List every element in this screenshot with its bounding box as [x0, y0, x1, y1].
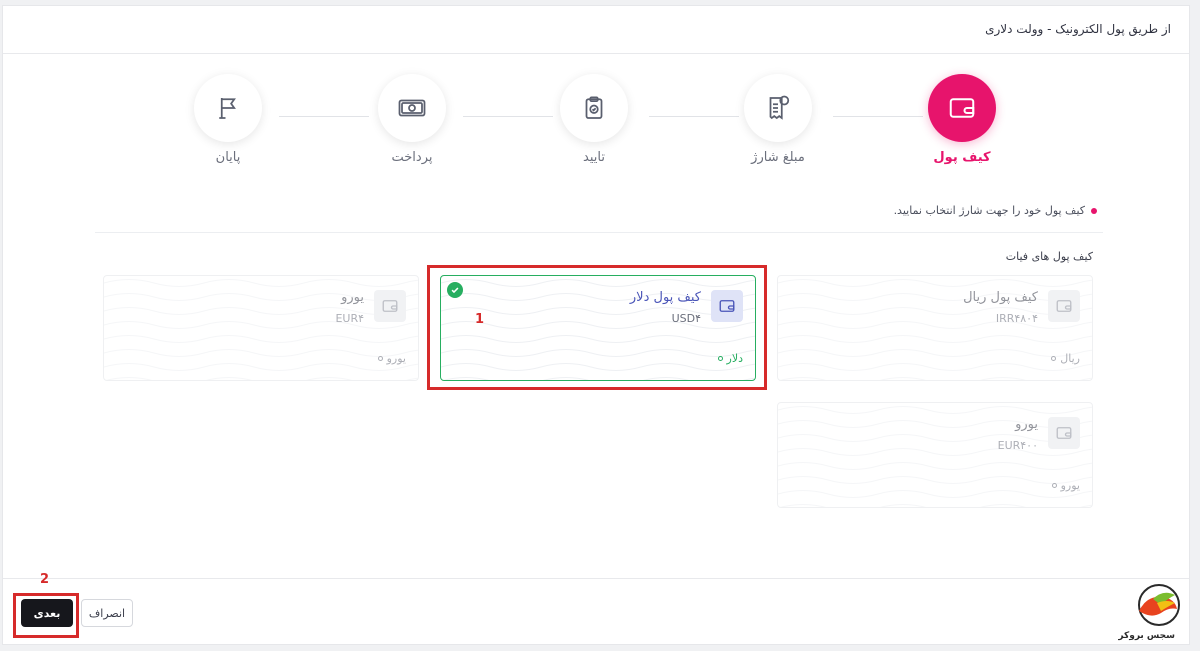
step-label: کیف پول	[933, 150, 991, 165]
step-circle	[378, 74, 446, 142]
currency-text: ریال	[1060, 352, 1080, 365]
stepper: کیف پول مبلغ شارژ تایید پرداخت پایان	[3, 66, 1189, 186]
step-circle	[744, 74, 812, 142]
page-footer: انصراف بعدی سجس بروکر	[3, 578, 1189, 646]
broker-logo: سجس بروکر	[1117, 581, 1187, 645]
step-label: پایان	[215, 150, 241, 165]
step-label: تایید	[583, 150, 605, 165]
wallet-number: EUR۴۰۰	[997, 439, 1038, 452]
page-title: از طریق پول الکترونیک - وولت دلاری	[985, 22, 1171, 36]
invoice-icon	[769, 95, 790, 120]
step-wallet[interactable]: کیف پول	[907, 74, 1017, 165]
wallet-card-eur-2[interactable]: یورو EUR۴۰۰ یورو	[777, 402, 1093, 508]
annotation-highlight-usd-wallet	[427, 265, 767, 390]
logo-icon	[1138, 584, 1180, 626]
step-circle	[560, 74, 628, 142]
page-header: از طریق پول الکترونیک - وولت دلاری	[3, 6, 1189, 54]
wave-background	[104, 276, 418, 380]
currency-dot	[377, 356, 383, 361]
step-payment[interactable]: پرداخت	[357, 74, 467, 165]
divider	[95, 232, 1103, 233]
banknote-icon	[398, 99, 426, 117]
clipboard-check-icon	[585, 96, 603, 119]
currency-text: یورو	[386, 352, 406, 365]
annotation-highlight-next-button	[13, 593, 79, 638]
wallet-currency: ریال	[1051, 352, 1080, 365]
annotation-number-2: 2	[40, 572, 50, 587]
wallet-card-irr[interactable]: کیف پول ریال IRR۴۸۰۴ ریال	[777, 275, 1093, 381]
bullet-dot	[1091, 207, 1097, 214]
step-circle	[194, 74, 262, 142]
step-end[interactable]: پایان	[173, 74, 283, 165]
annotation-number-1: 1	[475, 312, 485, 327]
wallet-icon	[374, 290, 406, 322]
wallet-name: یورو	[1015, 417, 1038, 432]
step-connector	[279, 116, 369, 117]
wallet-icon	[1048, 290, 1080, 322]
section-title-fiat-wallets: کیف پول های فیات	[1005, 250, 1093, 263]
wallet-number: EUR۴	[335, 312, 364, 325]
flag-icon	[219, 98, 236, 119]
cancel-button[interactable]: انصراف	[81, 599, 133, 627]
wallet-icon	[1048, 417, 1080, 449]
wallet-number: IRR۴۸۰۴	[995, 312, 1038, 325]
wallet-icon	[949, 98, 975, 118]
step-label: مبلغ شارژ	[751, 150, 805, 165]
wallet-name: یورو	[341, 290, 364, 305]
currency-dot	[1051, 356, 1057, 361]
step-charge-amount[interactable]: مبلغ شارژ	[723, 74, 833, 165]
currency-text: یورو	[1060, 479, 1080, 492]
wave-background	[778, 276, 1092, 380]
wallet-currency: یورو	[377, 352, 406, 365]
hint-text: کیف پول خود را جهت شارژ انتخاب نمایید.	[893, 204, 1085, 217]
page-frame: از طریق پول الکترونیک - وولت دلاری کیف پ…	[2, 5, 1190, 645]
step-label: پرداخت	[391, 150, 433, 165]
wallet-name: کیف پول ریال	[963, 290, 1038, 305]
wallet-card-eur[interactable]: یورو EUR۴ یورو	[103, 275, 419, 381]
step-confirm[interactable]: تایید	[539, 74, 649, 165]
step-circle	[928, 74, 996, 142]
instruction-hint: کیف پول خود را جهت شارژ انتخاب نمایید.	[894, 204, 1097, 217]
currency-dot	[1051, 483, 1057, 488]
wallet-currency: یورو	[1051, 479, 1080, 492]
logo-text: سجس بروکر	[1118, 631, 1175, 641]
wave-background	[778, 403, 1092, 507]
